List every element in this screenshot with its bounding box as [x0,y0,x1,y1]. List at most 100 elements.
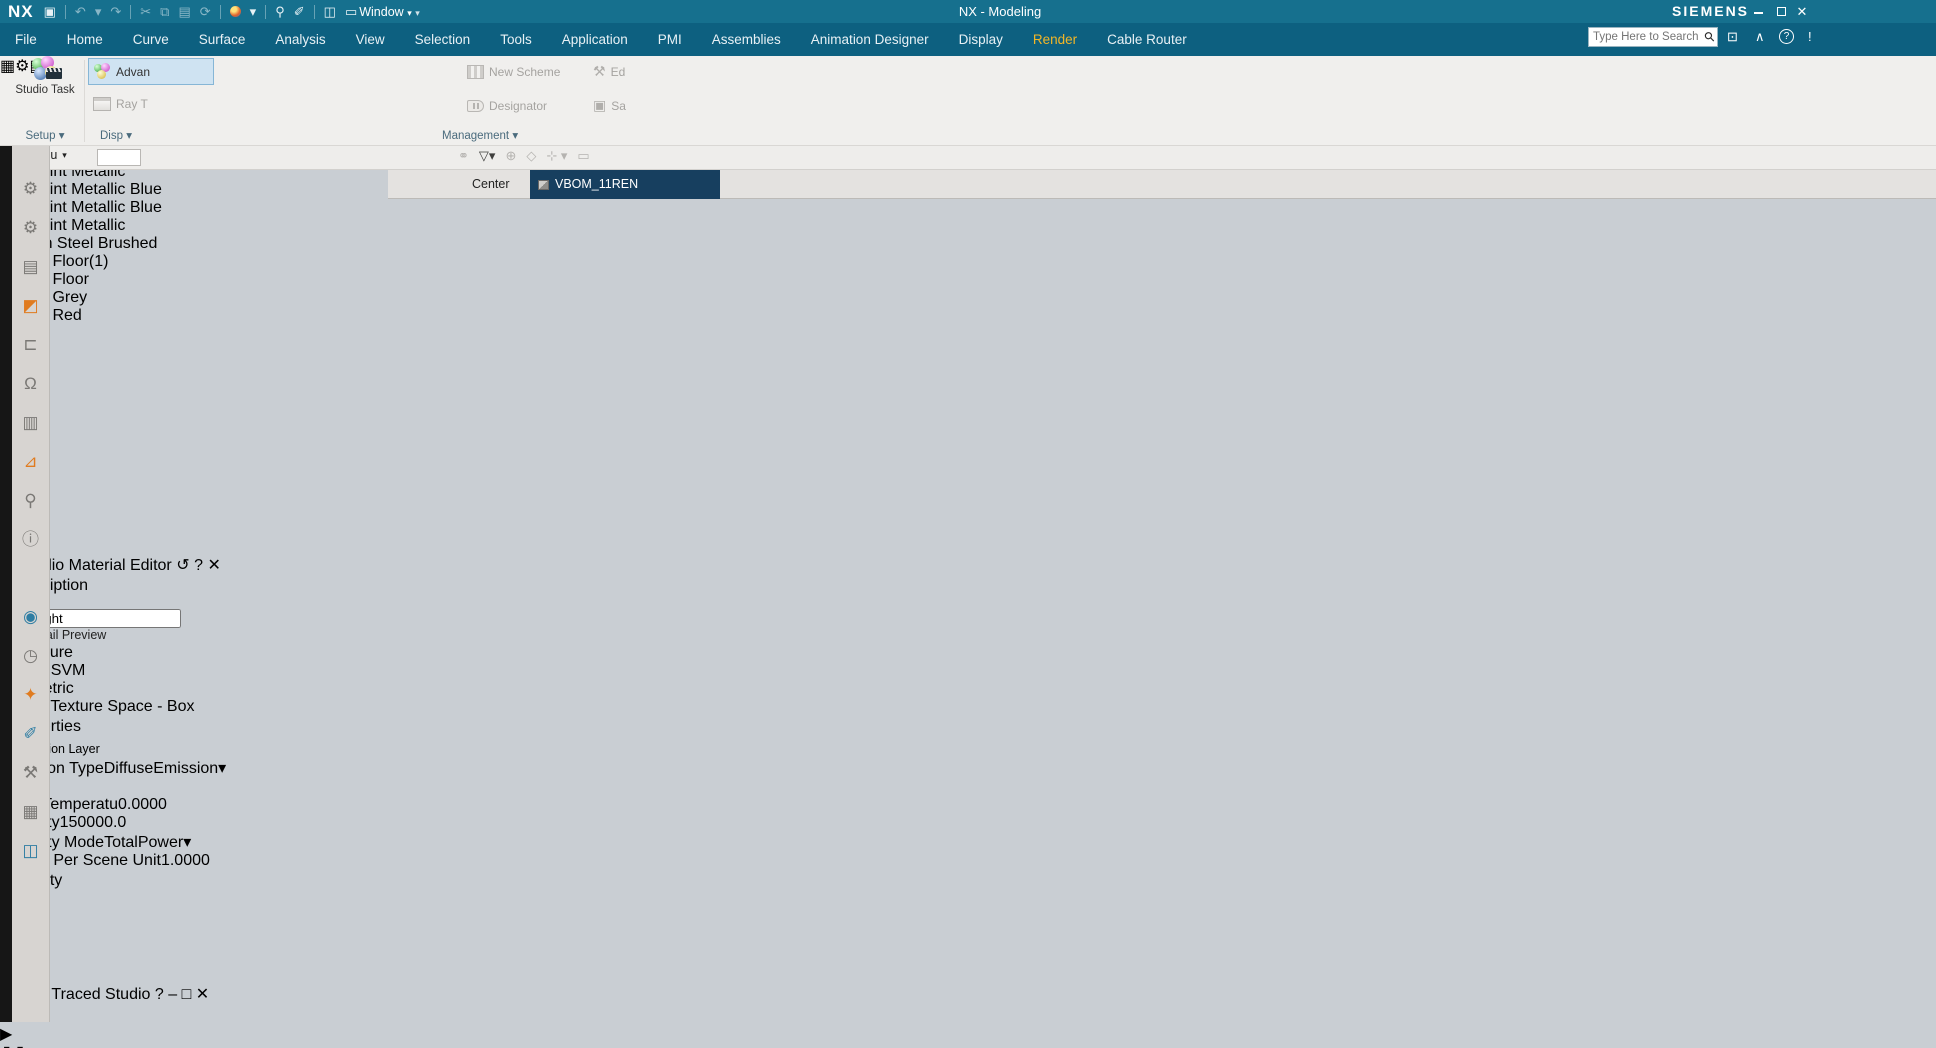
snap-icon[interactable]: ⊕ [505,148,516,164]
emission-layer-header[interactable]: ▾Emission Layer [0,736,1936,758]
filter-icon[interactable]: ▽▾ [479,148,496,164]
tab-animation-designer[interactable]: Animation Designer [796,23,944,56]
rt-help-icon[interactable]: ? [155,986,164,1003]
structure-section-header[interactable]: ▾Structure [0,642,1936,662]
material-carpet-floor[interactable]: Carpet Floor [0,271,1936,289]
tab-display[interactable]: Display [944,23,1018,56]
cut-icon[interactable]: ✂ [140,0,151,23]
description-section-header[interactable]: ▾Description [0,575,1936,595]
microphone-icon[interactable]: ⚲ [275,0,285,23]
ray-traced-studio-button[interactable]: Ray T [88,90,214,117]
web-browser-icon[interactable]: ◉ [17,604,45,630]
ok-button[interactable]: OK [0,908,1936,926]
save-scheme-button[interactable]: ▣ Sa [588,92,631,119]
advanced-studio-button[interactable]: Advan [88,58,214,85]
tab-analysis[interactable]: Analysis [260,23,340,56]
parts-icon[interactable]: ▤ [17,254,45,280]
palette-more-icon[interactable]: ▾ [0,325,1936,345]
properties-section-header[interactable]: ▾Properties [0,716,1936,736]
tab-tools[interactable]: Tools [485,23,547,56]
material-car-paint-metallic[interactable]: Car Paint Metallic [0,217,1936,235]
structure-item-base-svm[interactable]: Base - SVM [0,662,1936,680]
restore-button[interactable] [1771,0,1791,23]
opacity-section-header[interactable]: ▾Opacity [0,870,1936,890]
save-icon[interactable]: ▣ [44,0,56,23]
window-cascade-icon[interactable]: ◫ [324,0,336,23]
studio-task-button[interactable]: Studio Task [12,56,78,130]
rt-minimize-icon[interactable]: – [168,986,177,1003]
render-wand-icon[interactable]: ✐ [17,721,45,747]
rt-maximize-icon[interactable]: □ [182,986,192,1003]
studio-materials-icon[interactable] [17,916,45,942]
materials-balls-icon[interactable] [17,877,45,903]
selection-scope-box[interactable] [97,149,141,166]
display-group-label[interactable]: Disp ▾ [100,128,180,142]
designator-button[interactable]: Designator [462,92,552,119]
alerts-icon[interactable]: ! [1808,26,1812,48]
notification-bell-icon[interactable]: Ω [17,371,45,397]
sync-icon[interactable]: ⟳ [200,0,211,23]
structure-item-geometric[interactable]: Geometric [0,680,1936,698]
uv-checker-icon[interactable]: UV [0,419,1936,437]
toolbox-icon[interactable]: ⚒ [17,760,45,786]
graphics-viewport[interactable]: Z Y X [0,345,1936,399]
field-value[interactable]: 1.0000 [161,852,210,869]
tab-surface[interactable]: Surface [184,23,261,56]
assembly-constraints-icon[interactable]: ◩ [17,293,45,319]
material-carbon-steel-brushed[interactable]: Carbon Steel Brushed [0,235,1936,253]
start-render-button[interactable]: ▶ [0,1024,1936,1044]
tab-file[interactable]: File [0,23,52,56]
fullscreen-icon[interactable]: ⊡ [1727,26,1738,48]
material-carpet-floor-1-[interactable]: Carpet Floor(1) [0,253,1936,271]
fixture-icon[interactable]: ⊏ [17,332,45,358]
minimize-button[interactable] [1748,0,1768,23]
redo-icon[interactable]: ↷ [110,0,121,23]
dialog-help-icon[interactable]: ? [194,557,203,574]
dialog-collapse-icon[interactable]: ▲ [0,890,1936,908]
rt-close-icon[interactable]: ✕ [196,986,209,1003]
structure-item-global-texture-space-box[interactable]: Global Texture Space - Box [0,698,1936,716]
view-style-dropdown-icon[interactable]: ▾ [250,0,257,23]
visual-effects-icon[interactable]: ✦ [17,682,45,708]
paste-icon[interactable]: ▤ [178,0,190,23]
layout-icon[interactable]: ◫ [17,838,45,864]
undo-dropdown-icon[interactable]: ▾ [95,0,102,23]
tab-assemblies[interactable]: Assemblies [697,23,796,56]
tab-center[interactable]: Center [462,170,520,198]
tab-selection[interactable]: Selection [400,23,486,56]
cancel-button[interactable]: Cancel [0,926,1936,944]
undo-icon[interactable]: ↶ [75,0,86,23]
tab-active-part[interactable]: VBOM_11REN [530,170,720,199]
field-value[interactable]: 150000.0 [60,814,127,831]
ray-traced-titlebar[interactable]: ⚙ Ray Traced Studio ? – □ ✕ [0,984,1936,1004]
tab-view[interactable]: View [341,23,400,56]
search-input[interactable] [1589,31,1706,43]
render-scene-settings-icon[interactable]: ▦ [0,399,1936,419]
roles-gear-icon[interactable]: ⚙ [17,176,45,202]
scene-image-icon[interactable]: ▦ [17,799,45,825]
select-face-icon[interactable]: ◇ [526,148,536,164]
edit-object-icon[interactable]: ◧ [0,455,1936,475]
plane-icon[interactable]: ▭ [577,148,589,164]
hide-object-icon[interactable]: Ø [0,437,1936,455]
material-car-paint-metallic-blue[interactable]: Car Paint Metallic Blue [0,199,1936,217]
tab-cable-router[interactable]: Cable Router [1092,23,1202,56]
customer-defaults-icon[interactable]: ⚙ [17,215,45,241]
help-icon[interactable]: ? [1779,29,1794,44]
material-carpet-red[interactable]: Carpet Red [0,307,1936,325]
tab-home[interactable]: Home [52,23,118,56]
repaint-icon[interactable]: ✐ [294,0,305,23]
setup-group-label[interactable]: Setup ▾ [12,128,78,142]
material-carpet-grey[interactable]: Carpet Grey [0,289,1936,307]
edit-button[interactable]: ⚒ Ed [588,58,630,85]
field-dropdown[interactable]: TotalPower▾ [104,834,191,851]
tab-render[interactable]: Render [1018,23,1092,56]
move-object-icon[interactable]: ✛ [0,515,1936,535]
new-scheme-button[interactable]: New Scheme [462,58,565,85]
schedule-icon[interactable]: ◷ [17,643,45,669]
field-value[interactable]: 0.0000 [118,796,167,813]
reset-icon[interactable]: ↺ [176,557,189,574]
command-search[interactable]: ⚲ [1588,27,1719,47]
field-dropdown[interactable]: DiffuseEmission▾ [104,760,226,777]
replay-icon[interactable]: ◴ [0,535,1936,555]
